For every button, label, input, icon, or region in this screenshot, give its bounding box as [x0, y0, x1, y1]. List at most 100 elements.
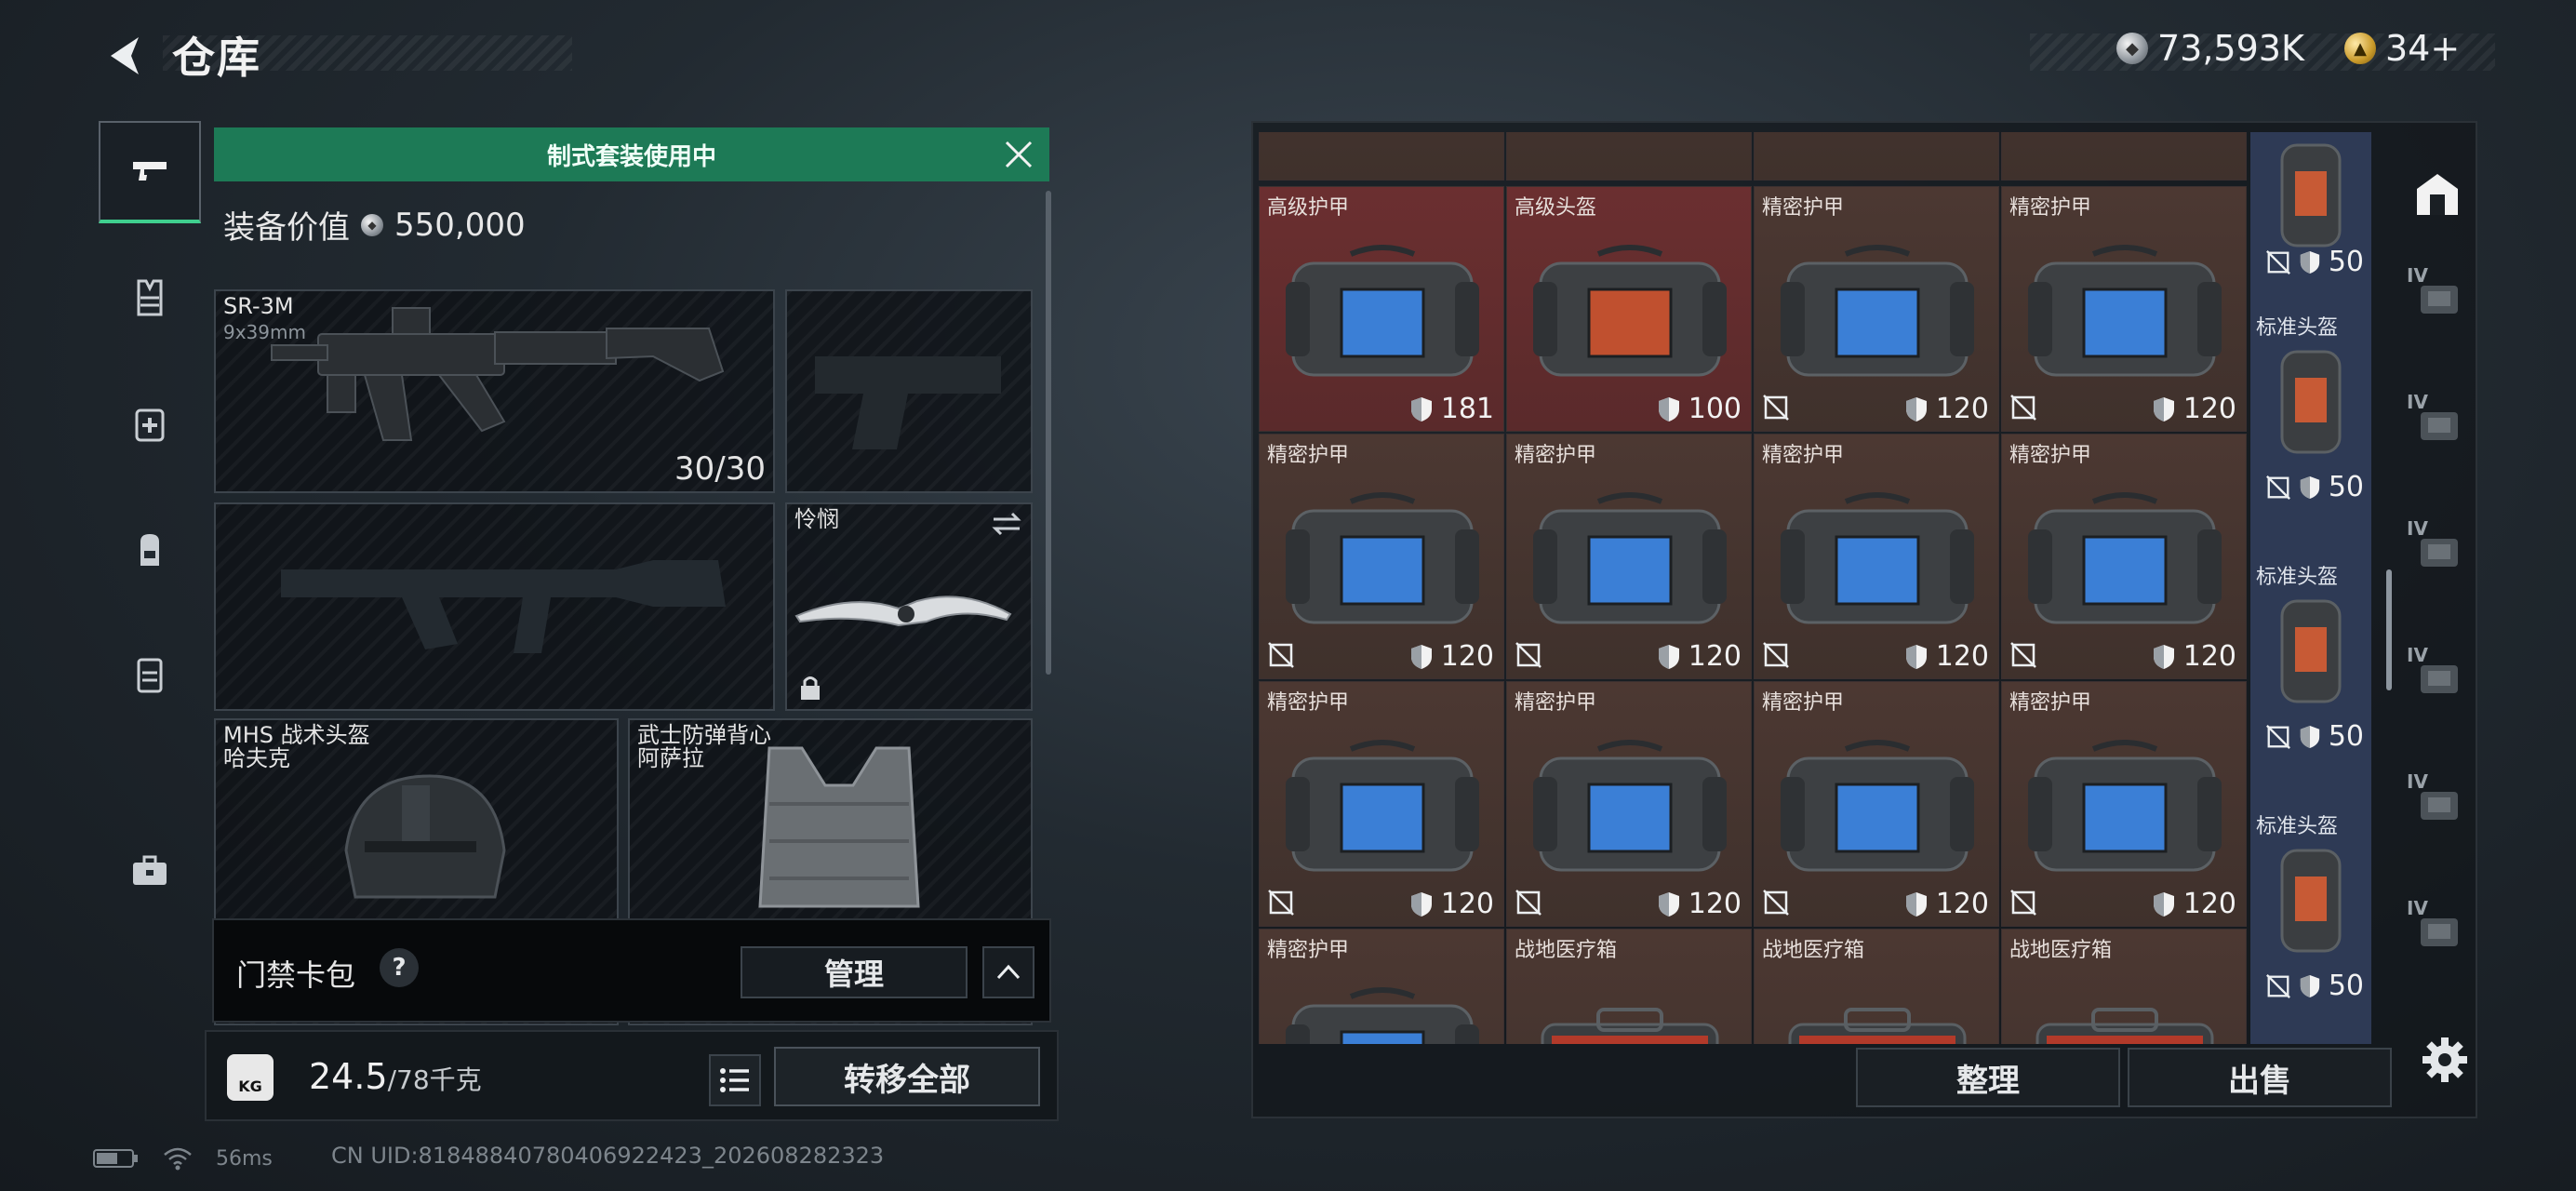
close-icon[interactable]	[1001, 137, 1036, 172]
loadout-scrollbar[interactable]	[1046, 191, 1051, 675]
nav-backpack[interactable]	[99, 498, 201, 600]
stash-cell[interactable]: 精密护甲 120	[2001, 434, 2247, 679]
armor-bag-image	[1286, 987, 1479, 1044]
stash-cell[interactable]: 精密护甲 120	[1754, 681, 1999, 927]
stash-cell[interactable]: 精密护甲 120	[1259, 434, 1504, 679]
stash-cell-partial[interactable]	[1754, 132, 1999, 181]
stash-cell[interactable]: 精密护甲 120	[1754, 186, 1999, 432]
manage-button[interactable]: 管理	[741, 946, 968, 998]
weight-kg-icon: KG	[227, 1054, 274, 1101]
weight-value: 24.5	[309, 1056, 388, 1097]
stash-cell[interactable]: 战地医疗箱	[2001, 929, 2247, 1044]
stash-item-name: 精密护甲	[2009, 196, 2092, 220]
slot-pistol[interactable]	[785, 289, 1033, 493]
no-repair-icon	[1268, 890, 1294, 916]
durability: 120	[1409, 888, 1494, 920]
stash-cell[interactable]: 精密护甲 120	[2001, 681, 2247, 927]
stash-cell[interactable]: 战地医疗箱	[1506, 929, 1752, 1044]
stash-tab-label: IV	[2407, 644, 2428, 666]
stash-cell[interactable]: 高级头盔 100	[1506, 186, 1752, 432]
stash-tab-label: IV	[2407, 517, 2428, 540]
durability-value: 181	[1440, 393, 1494, 425]
durability-value: 120	[2182, 888, 2236, 920]
durability: 120	[1904, 888, 1989, 920]
stash-cell[interactable]: 高级护甲 181	[1259, 186, 1504, 432]
stash-cell[interactable]: 精密护甲 120	[1506, 434, 1752, 679]
medical-box-image	[1788, 1008, 1967, 1044]
stash-side-item[interactable]: 标准头盔 50	[2250, 808, 2371, 1044]
stash-cell[interactable]: 精密护甲 120	[1259, 681, 1504, 927]
list-view-button[interactable]	[709, 1054, 761, 1106]
stash-side-item[interactable]: 标准头盔 50	[2250, 309, 2371, 556]
stash-cell[interactable]: 精密护甲	[1259, 929, 1504, 1044]
slot-melee[interactable]: 怜悯	[785, 502, 1033, 711]
stash-tab[interactable]: IV	[2403, 262, 2472, 331]
stash-cell[interactable]: 战地医疗箱	[1754, 929, 1999, 1044]
stash-tab-rail: IV IV IV IV IV IV	[2397, 132, 2476, 1044]
preset-banner-text: 制式套装使用中	[546, 142, 716, 171]
sell-button[interactable]: 出售	[2128, 1048, 2392, 1107]
stash-item-name: 精密护甲	[1515, 691, 1597, 715]
stash-item-name: 精密护甲	[1267, 939, 1350, 962]
pistol-placeholder-icon	[815, 356, 1001, 449]
settings-button[interactable]	[2412, 1027, 2477, 1092]
nav-chest-rig[interactable]	[99, 372, 201, 475]
slot-primary-weapon[interactable]: SR-3M 9x39mm 30/30	[214, 289, 775, 493]
no-repair-icon	[1763, 395, 1789, 421]
stash-item-name: 精密护甲	[1515, 444, 1597, 467]
stash-item-name: 高级头盔	[1515, 196, 1597, 220]
shield-icon	[2300, 725, 2319, 748]
stash-tab[interactable]: IV	[2403, 895, 2472, 964]
back-button[interactable]	[93, 26, 158, 86]
stash-cell[interactable]: 精密护甲 120	[1506, 681, 1752, 927]
stash-tab[interactable]: IV	[2403, 515, 2472, 584]
stash-cell[interactable]: 精密护甲 120	[1754, 434, 1999, 679]
shield-icon	[1905, 396, 1927, 422]
transfer-all-button[interactable]: 转移全部	[774, 1047, 1040, 1106]
help-button[interactable]: ?	[380, 948, 419, 987]
stash-tab[interactable]: IV	[2403, 769, 2472, 837]
uid-text: CN UID:8184884078040692242​3_20260828232…	[331, 1143, 885, 1169]
nav-case[interactable]	[99, 623, 201, 726]
durability-value: 120	[1935, 393, 1989, 425]
durability: 120	[1904, 393, 1989, 425]
silver-amount: 73,593K	[2157, 28, 2304, 69]
stash-tab[interactable]	[2403, 160, 2472, 229]
stash-cell-partial[interactable]	[1259, 132, 1504, 181]
stash-side-item[interactable]: 标准头盔 50	[2250, 558, 2371, 806]
stash-tab-label: IV	[2407, 897, 2428, 919]
helmet-case-image	[2280, 599, 2342, 703]
side-item-durability: 50	[2265, 970, 2364, 1002]
shield-icon	[2153, 891, 2174, 917]
stash-cell-partial[interactable]	[1506, 132, 1752, 181]
collapse-button[interactable]	[982, 946, 1034, 998]
nav-weapons[interactable]	[99, 121, 201, 223]
durability-value: 120	[2182, 640, 2236, 673]
stash-cell[interactable]: 精密护甲 120	[2001, 186, 2247, 432]
durability: 100	[1657, 393, 1742, 425]
no-repair-icon	[2010, 890, 2036, 916]
pistol-icon	[133, 162, 167, 181]
armor-bag-image	[1286, 245, 1479, 377]
sort-button[interactable]: 整理	[1856, 1048, 2120, 1107]
stash-item-name: 精密护甲	[2009, 691, 2092, 715]
shield-icon	[1658, 891, 1679, 917]
durability-value: 120	[1688, 640, 1742, 673]
stash-tab[interactable]: IV	[2403, 642, 2472, 711]
nav-toolbox[interactable]	[99, 819, 201, 921]
durability: 120	[1657, 640, 1742, 673]
stash-cell-partial[interactable]	[2001, 132, 2247, 181]
nav-armor[interactable]	[99, 247, 201, 349]
weight-readout: 24.5/78千克	[309, 1056, 482, 1097]
stash-scrollbar[interactable]	[2386, 569, 2392, 690]
slot-secondary-weapon[interactable]	[214, 502, 775, 711]
durability-value: 120	[1935, 640, 1989, 673]
stash-home-icon	[2417, 174, 2458, 215]
shield-icon	[1658, 644, 1679, 669]
stash-tab-label: IV	[2407, 391, 2428, 413]
currency-gold[interactable]: ▲ 34+	[2344, 28, 2460, 69]
medical-box-image	[1541, 1008, 1719, 1044]
stash-tab[interactable]: IV	[2403, 389, 2472, 458]
currency-silver[interactable]: ◆ 73,593K	[2116, 28, 2304, 69]
no-repair-icon	[1763, 890, 1789, 916]
